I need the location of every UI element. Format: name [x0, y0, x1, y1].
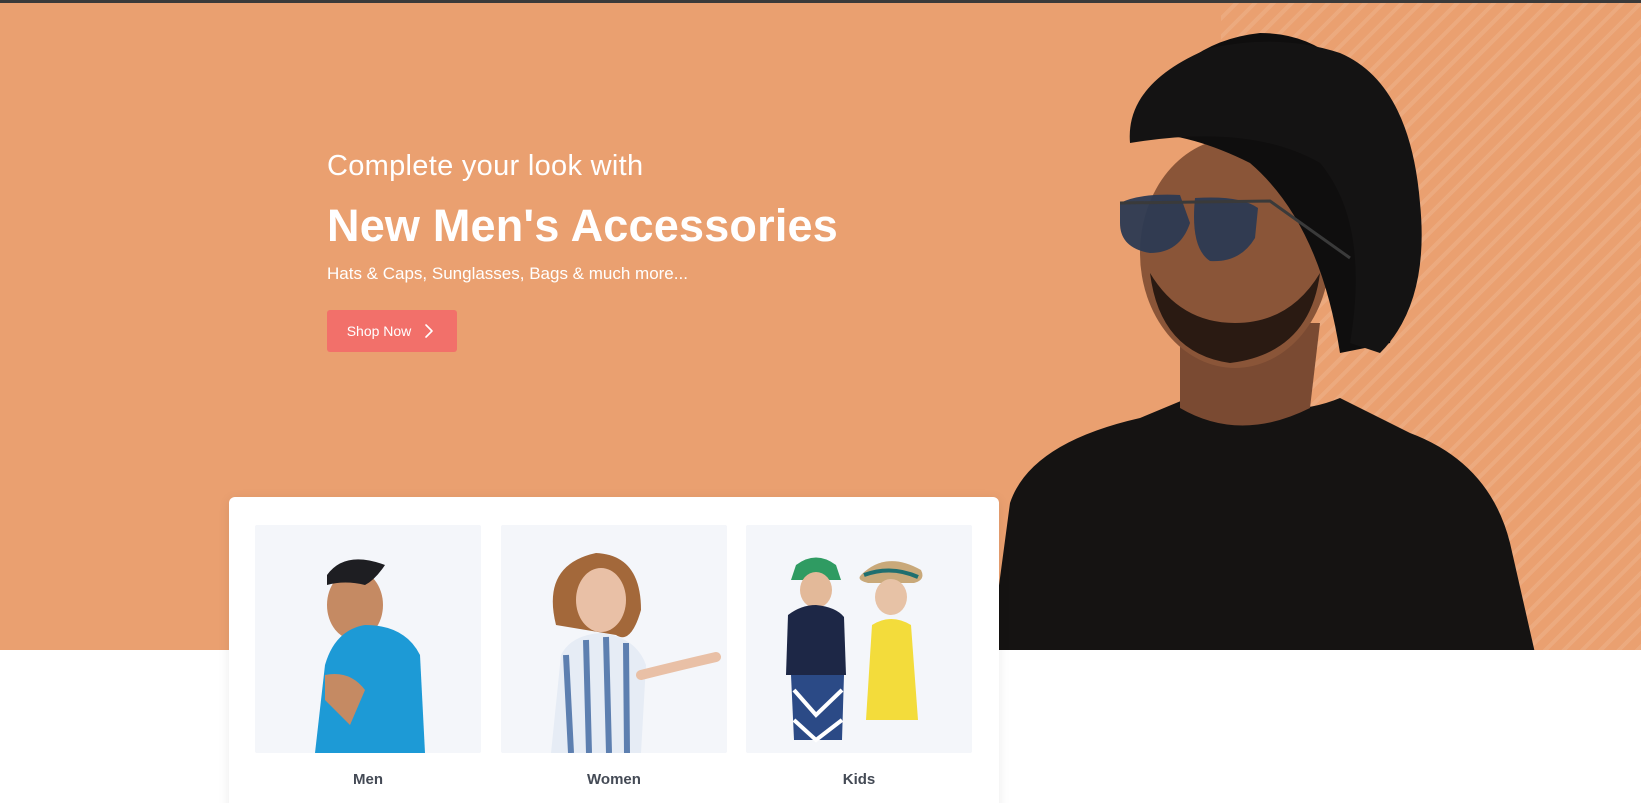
category-card-women[interactable]: Women	[501, 525, 727, 788]
shop-now-label: Shop Now	[346, 323, 412, 339]
women-category-image	[501, 525, 727, 753]
hero-subtitle: Hats & Caps, Sunglasses, Bags & much mor…	[327, 264, 688, 283]
hero-title: New Men's Accessories	[327, 200, 838, 251]
category-cards: Men Women Kids	[229, 497, 999, 803]
category-label-kids: Kids	[842, 771, 876, 788]
category-card-men[interactable]: Men	[255, 525, 481, 788]
category-label-women: Women	[587, 771, 641, 788]
category-card-kids[interactable]: Kids	[746, 525, 972, 788]
chevron-right-icon	[425, 324, 434, 338]
category-label-men: Men	[353, 771, 383, 788]
kids-category-image	[746, 525, 972, 753]
hero-model-image	[990, 33, 1535, 650]
hero-pre-title: Complete your look with	[327, 150, 644, 182]
shop-now-button[interactable]: Shop Now	[327, 310, 457, 352]
men-category-image	[255, 525, 481, 753]
hero-text-block: Complete your look with New Men's Access…	[327, 148, 838, 286]
